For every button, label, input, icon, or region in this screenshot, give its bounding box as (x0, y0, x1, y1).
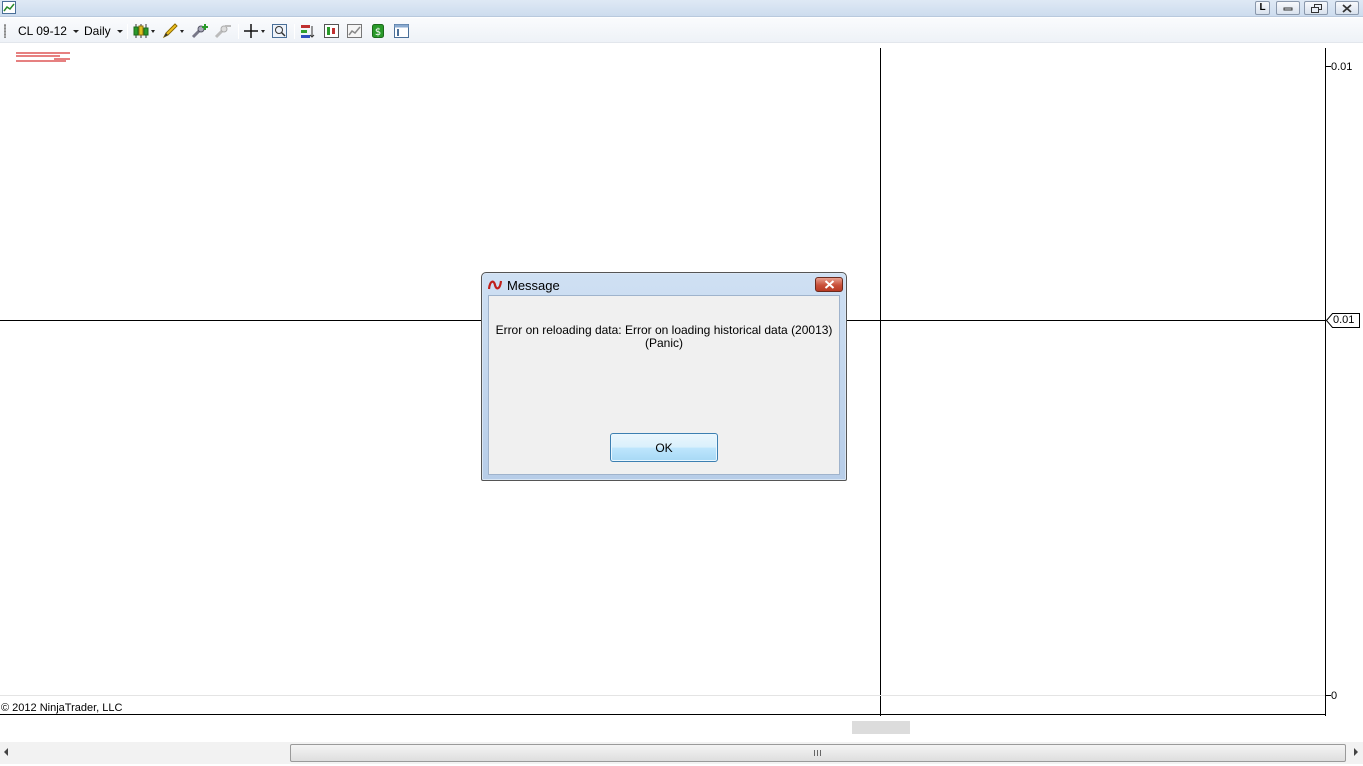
message-line-2: (Panic) (644, 336, 683, 350)
toolbar-separator (294, 24, 295, 39)
toolbar-grip[interactable] (4, 24, 6, 38)
restore-button[interactable] (1304, 1, 1328, 15)
zoom-out-icon[interactable] (214, 23, 232, 41)
horizontal-scrollbar[interactable] (0, 742, 1363, 764)
chart-properties-icon[interactable] (346, 23, 364, 41)
chevron-down-icon (116, 29, 123, 33)
instrument-label: CL 09-12 (18, 24, 67, 38)
scrollbar-thumb[interactable] (290, 744, 1346, 762)
scroll-grip-icon (814, 750, 821, 756)
zero-gridline (0, 695, 1326, 696)
dialog-close-button[interactable] (815, 277, 843, 292)
strategies-icon[interactable] (323, 23, 341, 41)
chart-toolbar: CL 09-12 Daily $ (0, 18, 1363, 43)
crosshair-vertical-line (880, 48, 881, 716)
time-axis-line (0, 714, 1326, 715)
drawing-tool-icon[interactable] (162, 23, 186, 41)
time-axis-drag-handle[interactable] (852, 721, 910, 734)
order-entry-icon[interactable]: $ (370, 23, 388, 41)
ninjatrader-logo-icon (487, 278, 503, 292)
legend-lines-icon (16, 52, 70, 62)
indicators-icon[interactable] (300, 23, 318, 41)
y-tick-label-bottom: 0 (1331, 690, 1338, 702)
crosshair-icon[interactable] (243, 23, 267, 41)
minimize-icon (1283, 7, 1293, 11)
close-icon (824, 280, 835, 289)
chevron-down-icon (72, 29, 79, 33)
message-dialog: Message Error on reloading data: Error o… (481, 272, 847, 481)
price-marker: 0.01 (1325, 313, 1360, 328)
close-icon (1342, 3, 1352, 13)
svg-text:$: $ (375, 27, 381, 38)
restore-icon (1310, 3, 1322, 13)
period-label: Daily (84, 24, 111, 38)
price-marker-label: 0.01 (1333, 314, 1355, 326)
period-selector[interactable]: Daily (84, 22, 123, 40)
toolbar-separator (127, 24, 128, 39)
scroll-right-icon[interactable] (1354, 748, 1358, 756)
dialog-message: Error on reloading data: Error on loadin… (489, 324, 839, 350)
close-button[interactable] (1335, 1, 1359, 15)
zoom-in-icon[interactable] (191, 23, 209, 41)
dialog-body: Error on reloading data: Error on loadin… (488, 295, 840, 475)
chart-style-icon[interactable] (133, 23, 157, 41)
toolbar-separator (238, 24, 239, 39)
chart-window-icon (2, 1, 16, 14)
window-title-bar: L (0, 0, 1363, 17)
y-tick-label-top: 0.01 (1331, 61, 1353, 73)
instrument-selector[interactable]: CL 09-12 (18, 22, 79, 40)
templates-icon[interactable] (393, 23, 411, 41)
price-axis-line (1325, 48, 1326, 716)
ok-button[interactable]: OK (610, 433, 718, 462)
data-box-icon[interactable] (271, 23, 289, 41)
scroll-left-icon[interactable] (4, 748, 8, 756)
copyright-text: © 2012 NinjaTrader, LLC (1, 702, 123, 714)
minimize-button[interactable] (1276, 1, 1300, 15)
link-button[interactable]: L (1255, 1, 1270, 15)
dialog-title: Message (507, 278, 560, 293)
link-label: L (1259, 2, 1266, 13)
